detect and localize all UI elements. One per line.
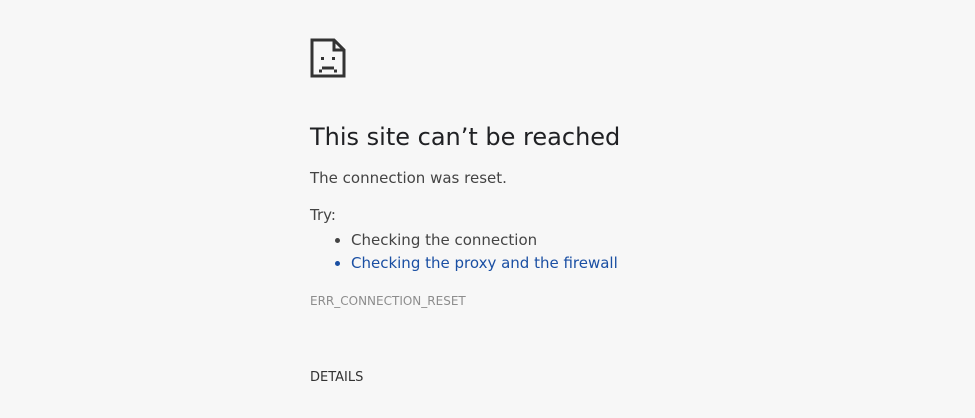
suggestion-check-connection: Checking the connection (351, 229, 870, 252)
try-label: Try: (310, 206, 336, 224)
suggestion-check-proxy-firewall-link[interactable]: Checking the proxy and the firewall (351, 252, 870, 275)
error-message: The connection was reset. (310, 169, 507, 187)
suggestions-list: Checking the connection Checking the pro… (310, 229, 870, 275)
error-content: This site can’t be reached The connectio… (310, 38, 870, 309)
sad-document-icon (310, 38, 346, 78)
error-title: This site can’t be reached (310, 123, 621, 151)
error-code: ERR_CONNECTION_RESET (310, 294, 466, 308)
error-page: This site can’t be reached The connectio… (0, 0, 975, 418)
suggestion-label: Checking the connection (351, 231, 538, 249)
suggestion-link-label[interactable]: Checking the proxy and the firewall (351, 254, 618, 272)
details-button[interactable]: DETAILS (310, 370, 363, 386)
